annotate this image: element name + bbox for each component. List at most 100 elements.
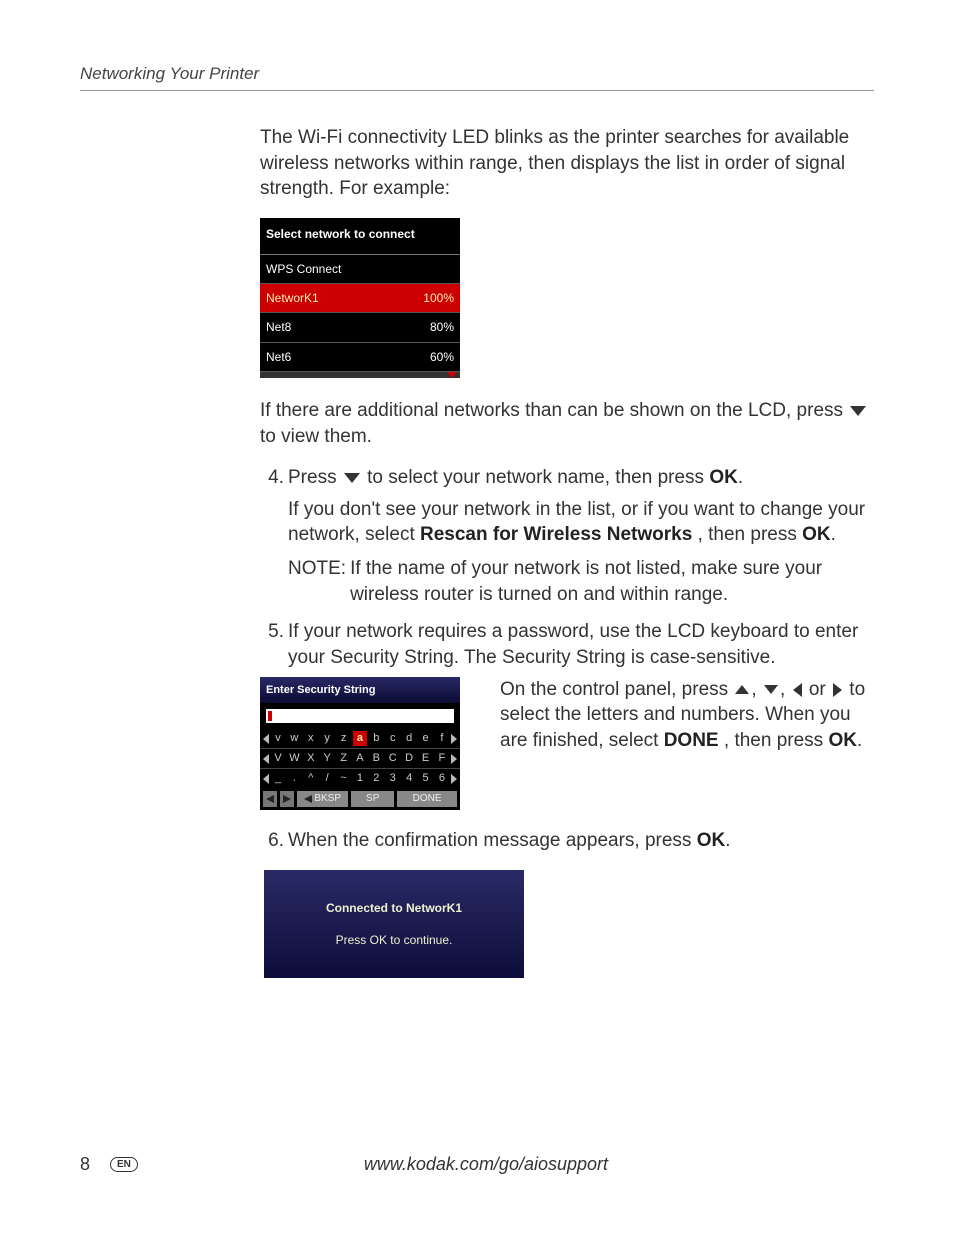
lcd-network-row: Net6 60% — [260, 343, 460, 372]
key-cell: C — [386, 751, 400, 766]
page-number: 8 — [80, 1154, 90, 1175]
key-cell: 5 — [419, 771, 433, 786]
nav-right-icon — [280, 791, 294, 807]
key-cell: A — [353, 751, 367, 766]
right-arrow-icon — [833, 683, 842, 697]
key-cell: z — [337, 731, 351, 746]
step-4-note: NOTE: If the name of your network is not… — [288, 556, 874, 607]
key-cell: ^ — [304, 771, 318, 786]
step-text: If your network requires a password, use… — [288, 619, 874, 670]
key-cell: v — [271, 731, 285, 746]
lcd-keyboard-row: _.^/~123456 — [260, 768, 460, 788]
lcd-keyboard-row: VWXYZABCDEF — [260, 748, 460, 768]
key-cell: W — [287, 751, 301, 766]
key-cell: _ — [271, 771, 285, 786]
key-cell: X — [304, 751, 318, 766]
key-cell: x — [304, 731, 318, 746]
lcd-keyboard-title: Enter Security String — [260, 677, 460, 704]
row-right-arrow-icon — [451, 754, 457, 764]
key-cell: 4 — [402, 771, 416, 786]
note-label: NOTE: — [288, 556, 346, 607]
row-left-arrow-icon — [263, 734, 269, 744]
lcd-network-signal: 100% — [423, 290, 454, 306]
done-key: DONE — [397, 791, 457, 807]
lcd-connected-line1: Connected to NetworK1 — [274, 900, 514, 916]
row-right-arrow-icon — [451, 734, 457, 744]
step-5: 5. If your network requires a password, … — [260, 619, 874, 670]
key-cell: B — [369, 751, 383, 766]
key-cell: 2 — [369, 771, 383, 786]
key-cell: D — [402, 751, 416, 766]
lcd-network-title: Select network to connect — [260, 218, 460, 255]
bksp-key: BKSP — [297, 791, 348, 807]
note-body: If the name of your network is not liste… — [350, 556, 874, 607]
step-4: 4. Press to select your network name, th… — [260, 465, 874, 491]
key-cell: f — [435, 731, 449, 746]
language-badge: EN — [110, 1157, 138, 1172]
step-6: 6. When the confirmation message appears… — [260, 828, 874, 854]
lcd-connected: Connected to NetworK1 Press OK to contin… — [264, 870, 524, 978]
up-arrow-icon — [735, 685, 749, 694]
key-cell: 6 — [435, 771, 449, 786]
key-cell: Y — [320, 751, 334, 766]
key-cell: a — [353, 731, 367, 746]
ok-label: OK — [828, 730, 857, 751]
left-arrow-icon — [793, 683, 802, 697]
page-footer: 8 EN www.kodak.com/go/aiosupport — [80, 1154, 874, 1175]
ok-label: OK — [697, 830, 726, 851]
down-arrow-icon — [764, 685, 778, 694]
lcd-network-name: NetworK1 — [266, 290, 319, 306]
rescan-label: Rescan for Wireless Networks — [420, 524, 692, 545]
done-label: DONE — [664, 730, 719, 751]
lcd-network-signal: 80% — [430, 319, 454, 335]
key-cell: c — [386, 731, 400, 746]
key-cell: w — [287, 731, 301, 746]
down-arrow-icon — [850, 406, 866, 416]
key-cell: . — [287, 771, 301, 786]
lcd-network-list: Select network to connect WPS Connect Ne… — [260, 218, 460, 378]
row-right-arrow-icon — [451, 774, 457, 784]
lcd-scroll-indicator — [260, 372, 460, 378]
row-left-arrow-icon — [263, 774, 269, 784]
key-cell: y — [320, 731, 334, 746]
lcd-network-signal: 60% — [430, 349, 454, 365]
key-cell: e — [419, 731, 433, 746]
step-text: Press to select your network name, then … — [288, 465, 874, 491]
row-left-arrow-icon — [263, 754, 269, 764]
footer-url: www.kodak.com/go/aiosupport — [138, 1154, 834, 1175]
key-cell: ~ — [337, 771, 351, 786]
step-4-sub: If you don't see your network in the lis… — [288, 497, 874, 548]
lcd-network-row: WPS Connect — [260, 255, 460, 284]
key-cell: b — [369, 731, 383, 746]
step-number: 6. — [260, 828, 284, 854]
key-cell: V — [271, 751, 285, 766]
step-number: 4. — [260, 465, 284, 491]
lcd-network-row: Net8 80% — [260, 313, 460, 342]
lcd-network-name: WPS Connect — [266, 261, 341, 277]
lcd-keyboard-fn-row: BKSP SP DONE — [260, 788, 460, 810]
key-cell: F — [435, 751, 449, 766]
section-header: Networking Your Printer — [80, 64, 874, 91]
lcd-connected-line2: Press OK to continue. — [274, 932, 514, 948]
ok-label: OK — [709, 467, 738, 488]
lcd-network-name: Net6 — [266, 349, 291, 365]
step-number: 5. — [260, 619, 284, 670]
key-cell: d — [402, 731, 416, 746]
ok-label: OK — [802, 524, 831, 545]
key-cell: Z — [337, 751, 351, 766]
lcd-keyboard-entry — [266, 709, 454, 723]
lcd-network-row-selected: NetworK1 100% — [260, 284, 460, 313]
sp-key: SP — [351, 791, 394, 807]
intro-paragraph: The Wi-Fi connectivity LED blinks as the… — [260, 125, 874, 202]
key-cell: E — [419, 751, 433, 766]
key-cell: / — [320, 771, 334, 786]
key-cell: 1 — [353, 771, 367, 786]
down-arrow-icon — [344, 473, 360, 483]
step-text: When the confirmation message appears, p… — [288, 828, 874, 854]
lcd-network-name: Net8 — [266, 319, 291, 335]
lcd-keyboard: Enter Security String vwxyzabcdefVWXYZAB… — [260, 677, 460, 810]
keyboard-caption: On the control panel, press , , or to se… — [500, 677, 874, 754]
lcd-keyboard-row: vwxyzabcdef — [260, 729, 460, 748]
key-cell: 3 — [386, 771, 400, 786]
nav-left-icon — [263, 791, 277, 807]
